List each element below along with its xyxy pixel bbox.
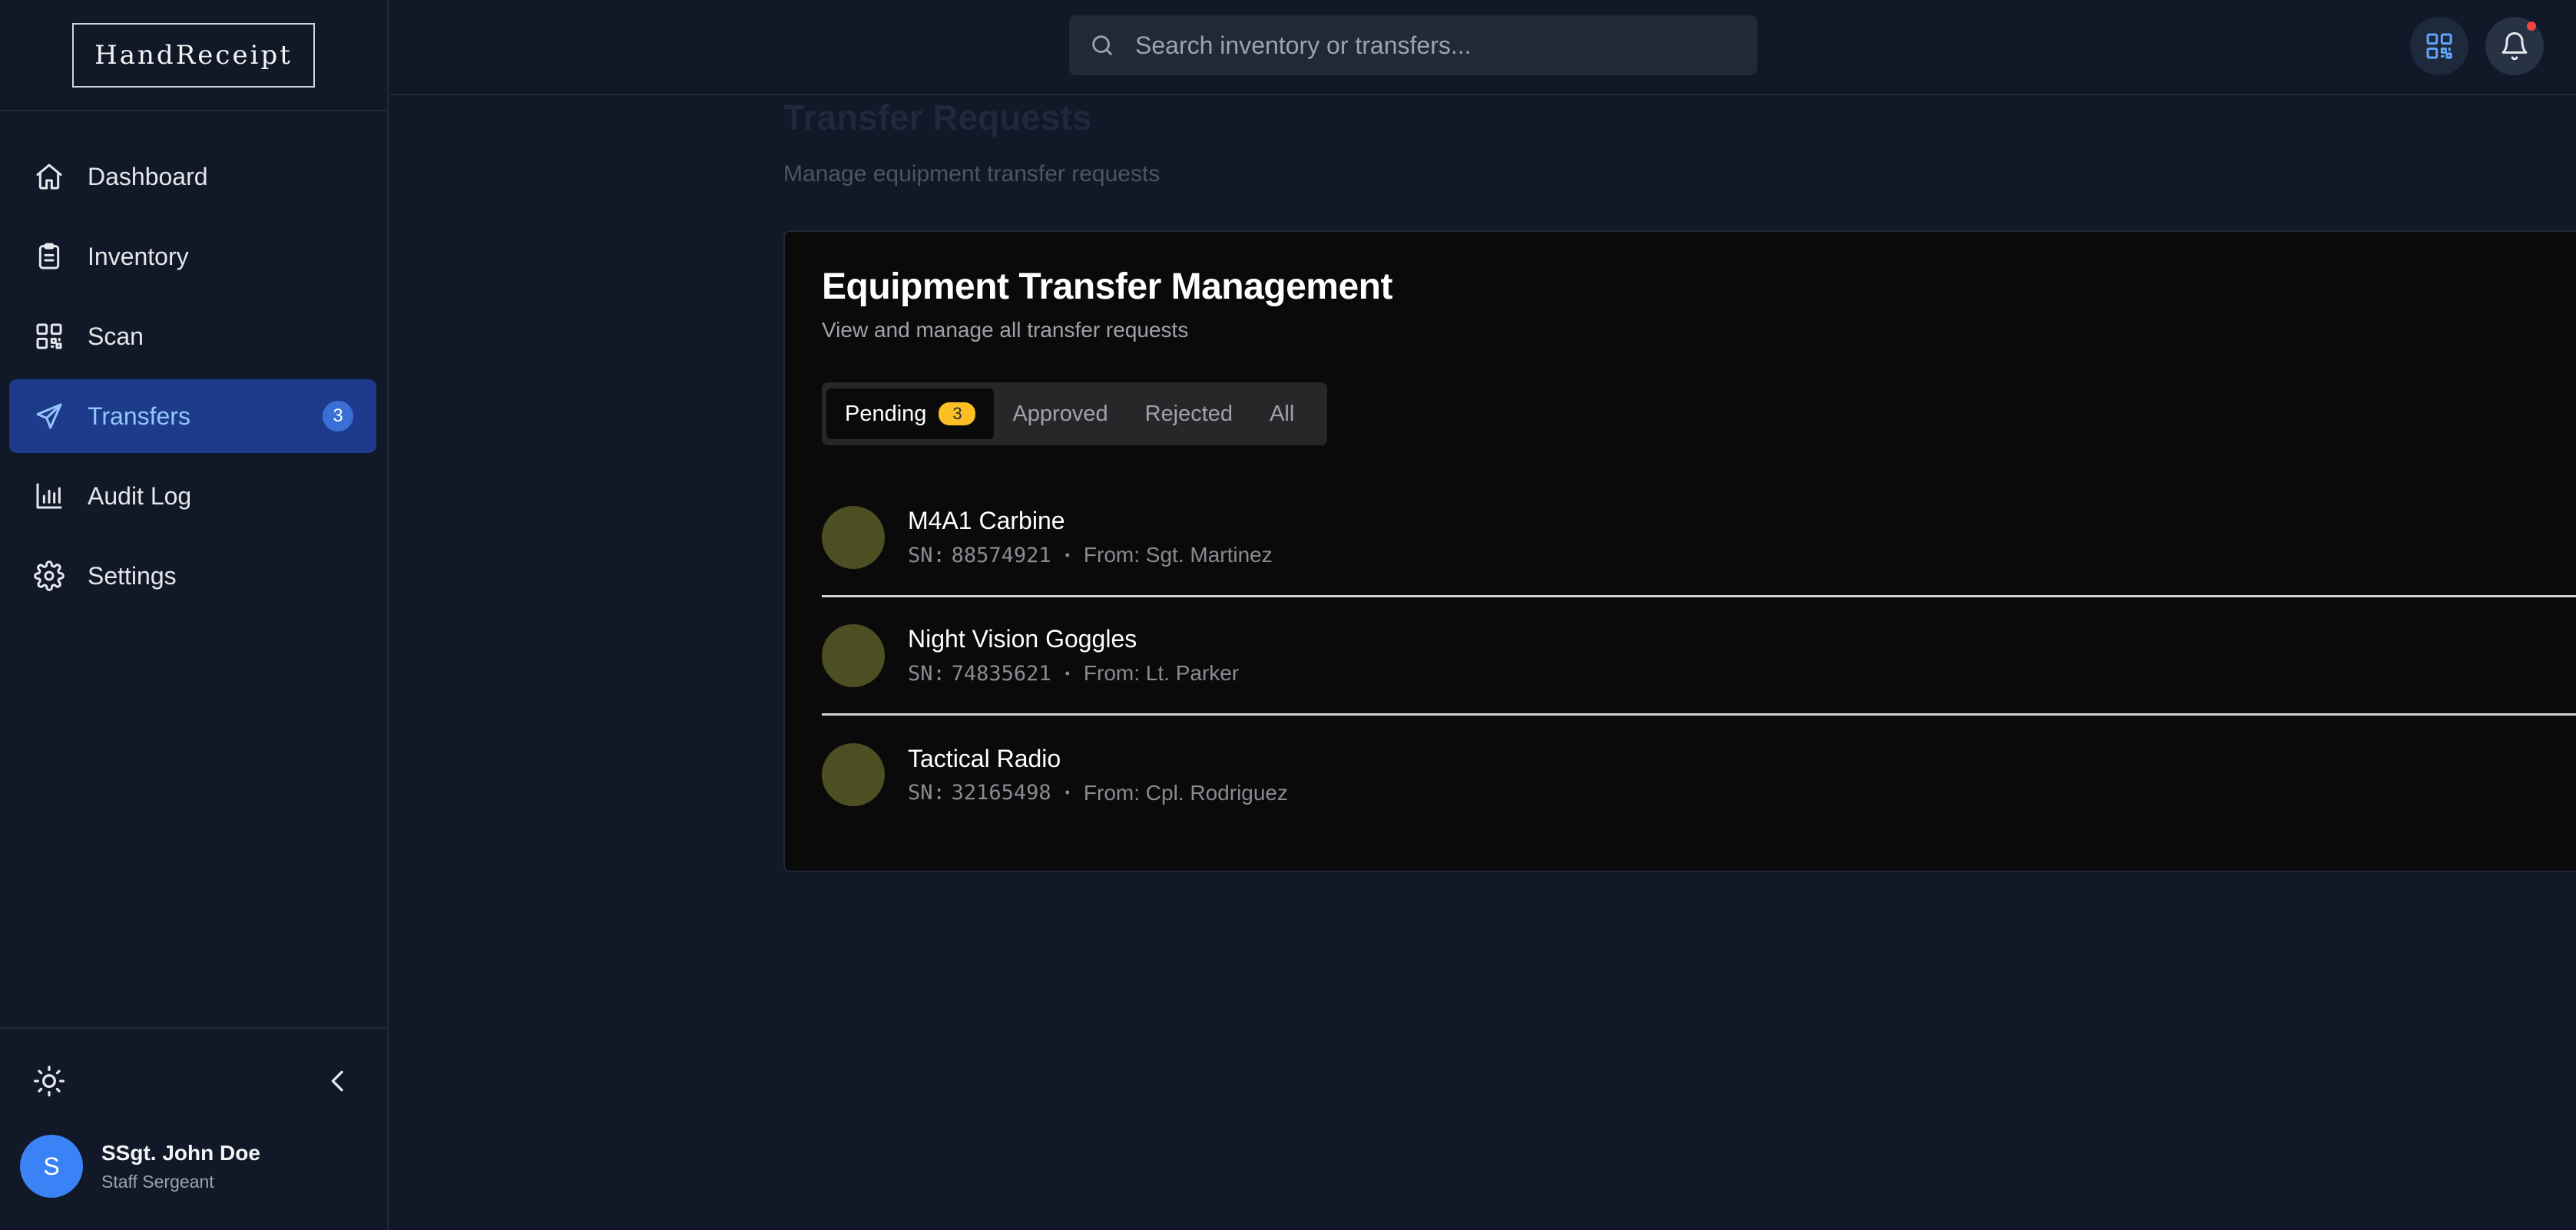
serial-label: SN: [908, 661, 945, 686]
user-role: Staff Sergeant [101, 1171, 214, 1192]
transfer-from: From: Sgt. Martinez [1083, 543, 1273, 567]
search-bar[interactable] [1069, 15, 1757, 75]
transfer-from: From: Cpl. Rodriguez [1083, 780, 1289, 805]
page-subtitle: Manage equipment transfer requests [783, 161, 1161, 187]
search-input[interactable] [1135, 31, 1750, 60]
tab-all[interactable]: All [1251, 389, 1313, 439]
sidebar-item-label: Inventory [88, 242, 189, 270]
sidebar-item-label: Settings [88, 561, 177, 590]
qr-code-icon [2426, 33, 2452, 59]
card-description: View and manage all transfer requests [822, 318, 1189, 342]
item-icon [822, 743, 885, 806]
notifications-button[interactable] [2485, 17, 2544, 75]
item-meta: SN: 32165498 • From: Cpl. Rodriguez [908, 781, 1288, 805]
home-icon [36, 164, 62, 190]
top-header [390, 0, 2576, 95]
tab-pending[interactable]: Pending 3 [826, 389, 995, 439]
sidebar-item-dashboard[interactable]: Dashboard [9, 140, 376, 213]
item-icon [822, 505, 885, 569]
sidebar-item-label: Dashboard [88, 162, 208, 190]
sidebar: HandReceipt Dashboard Inventory Scan Tra… [0, 0, 389, 1230]
avatar: S [20, 1135, 83, 1198]
transfer-list: M4A1 Carbine SN: 88574921 • From: Sgt. M… [822, 479, 2576, 834]
item-name: Tactical Radio [908, 744, 1061, 772]
item-name: Night Vision Goggles [908, 625, 1137, 653]
separator: • [1065, 547, 1070, 563]
clipboard-icon [38, 243, 60, 269]
item-meta: SN: 88574921 • From: Sgt. Martinez [908, 543, 1273, 567]
tab-rejected[interactable]: Rejected [1127, 389, 1251, 439]
bar-chart-icon [36, 483, 62, 509]
sidebar-item-audit-log[interactable]: Audit Log [9, 459, 376, 533]
item-icon [822, 623, 885, 687]
user-profile[interactable]: S SSgt. John Doe Staff Sergeant [20, 1135, 260, 1198]
transfer-row[interactable]: M4A1 Carbine SN: 88574921 • From: Sgt. M… [822, 479, 2576, 597]
notification-dot [2527, 21, 2536, 31]
transfer-row[interactable]: Night Vision Goggles SN: 74835621 • From… [822, 597, 2576, 716]
sidebar-nav: Dashboard Inventory Scan Transfers 3 Aud… [9, 140, 376, 619]
brand-area: HandReceipt [0, 0, 387, 111]
transfer-info: Night Vision Goggles SN: 74835621 • From… [908, 625, 1239, 686]
brand-logo[interactable]: HandReceipt [72, 22, 315, 88]
transfer-row[interactable]: Tactical Radio SN: 32165498 • From: Cpl.… [822, 716, 2576, 834]
serial-number: 32165498 [951, 781, 1051, 805]
user-name: SSgt. John Doe [101, 1140, 260, 1165]
qr-code-icon [36, 323, 62, 349]
serial-label: SN: [908, 781, 945, 805]
page-title: Transfer Requests [783, 98, 1092, 137]
sidebar-item-inventory[interactable]: Inventory [9, 220, 376, 293]
gear-icon [34, 560, 65, 591]
chevron-left-icon[interactable] [323, 1064, 353, 1098]
qr-scan-button[interactable] [2410, 17, 2468, 75]
tab-approved[interactable]: Approved [994, 389, 1126, 439]
sidebar-item-transfers[interactable]: Transfers 3 [9, 379, 376, 453]
sidebar-footer: S SSgt. John Doe Staff Sergeant [0, 1027, 387, 1230]
serial-label: SN: [908, 543, 945, 567]
separator: • [1065, 785, 1070, 800]
user-info: SSgt. John Doe Staff Sergeant [101, 1141, 260, 1192]
card-title: Equipment Transfer Management [822, 266, 1392, 307]
sun-icon[interactable] [32, 1064, 66, 1098]
serial-number: 74835621 [951, 661, 1051, 686]
pending-count-badge: 3 [939, 402, 976, 425]
search-icon [1092, 35, 1112, 55]
sidebar-item-settings[interactable]: Settings [9, 539, 376, 613]
transfer-info: M4A1 Carbine SN: 88574921 • From: Sgt. M… [908, 507, 1273, 567]
transfer-from: From: Lt. Parker [1083, 661, 1240, 685]
separator: • [1065, 665, 1070, 681]
sidebar-item-label: Audit Log [88, 481, 192, 510]
send-icon [36, 403, 62, 429]
transfer-info: Tactical Radio SN: 32165498 • From: Cpl.… [908, 745, 1288, 805]
sidebar-item-scan[interactable]: Scan [9, 299, 376, 373]
sidebar-item-label: Scan [88, 322, 144, 350]
tab-label: Pending [845, 401, 927, 426]
transfer-management-card: Equipment Transfer Management View and m… [783, 230, 2576, 872]
transfers-count-badge: 3 [323, 401, 353, 431]
item-meta: SN: 74835621 • From: Lt. Parker [908, 661, 1239, 686]
status-tabs: Pending 3 Approved Rejected All [822, 382, 1327, 445]
serial-number: 88574921 [951, 543, 1051, 567]
item-name: M4A1 Carbine [908, 507, 1065, 534]
bell-icon [2502, 31, 2528, 61]
app-root: HandReceipt Dashboard Inventory Scan Tra… [0, 0, 2576, 1230]
sidebar-item-label: Transfers [88, 402, 190, 430]
